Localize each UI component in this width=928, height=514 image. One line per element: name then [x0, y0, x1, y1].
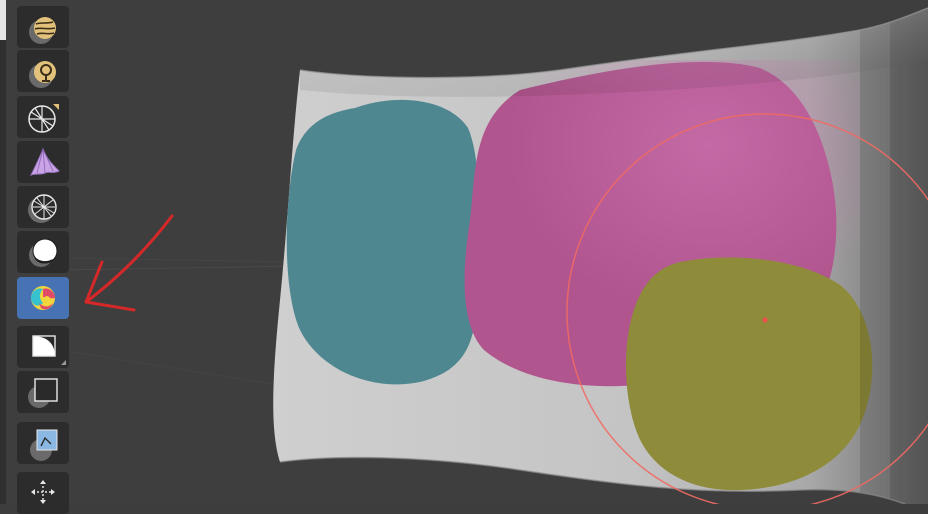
- grid-lines: [59, 257, 311, 391]
- smear-tool[interactable]: [17, 6, 69, 48]
- move-tool[interactable]: [17, 472, 69, 514]
- paint-stroke-olive: [625, 257, 873, 491]
- rectangle-tool[interactable]: [17, 371, 69, 413]
- transform-tool[interactable]: [17, 96, 69, 138]
- annotate-tool[interactable]: [17, 422, 69, 464]
- pillow-mesh[interactable]: [273, 0, 928, 504]
- annotation-arrow: [84, 214, 174, 312]
- paint-stroke-teal: [286, 99, 480, 385]
- fill-bucket-icon: [30, 147, 60, 176]
- smear-icon: [29, 17, 56, 44]
- viewport-scene[interactable]: [0, 0, 928, 504]
- move-icon: [31, 480, 55, 504]
- draw-tool[interactable]: [17, 277, 69, 319]
- mask-tool[interactable]: [17, 186, 69, 228]
- tool-variants-indicator: [61, 360, 66, 365]
- draw-paint-icon: [31, 286, 55, 310]
- soften-tool[interactable]: [17, 231, 69, 273]
- rectangle-icon: [28, 378, 58, 408]
- tool-shelf: [17, 0, 69, 514]
- annotate-icon: [30, 429, 58, 461]
- clone-stamp-icon: [29, 61, 56, 88]
- clone-tool[interactable]: [17, 50, 69, 92]
- soften-icon: [29, 238, 58, 267]
- 3d-viewport[interactable]: [0, 0, 928, 514]
- fill-tool[interactable]: [17, 141, 69, 183]
- brush-cursor-center: [762, 317, 768, 323]
- box-select-tool[interactable]: [17, 326, 69, 368]
- sphere-transform-icon: [28, 104, 59, 133]
- mask-sphere-icon: [28, 194, 57, 223]
